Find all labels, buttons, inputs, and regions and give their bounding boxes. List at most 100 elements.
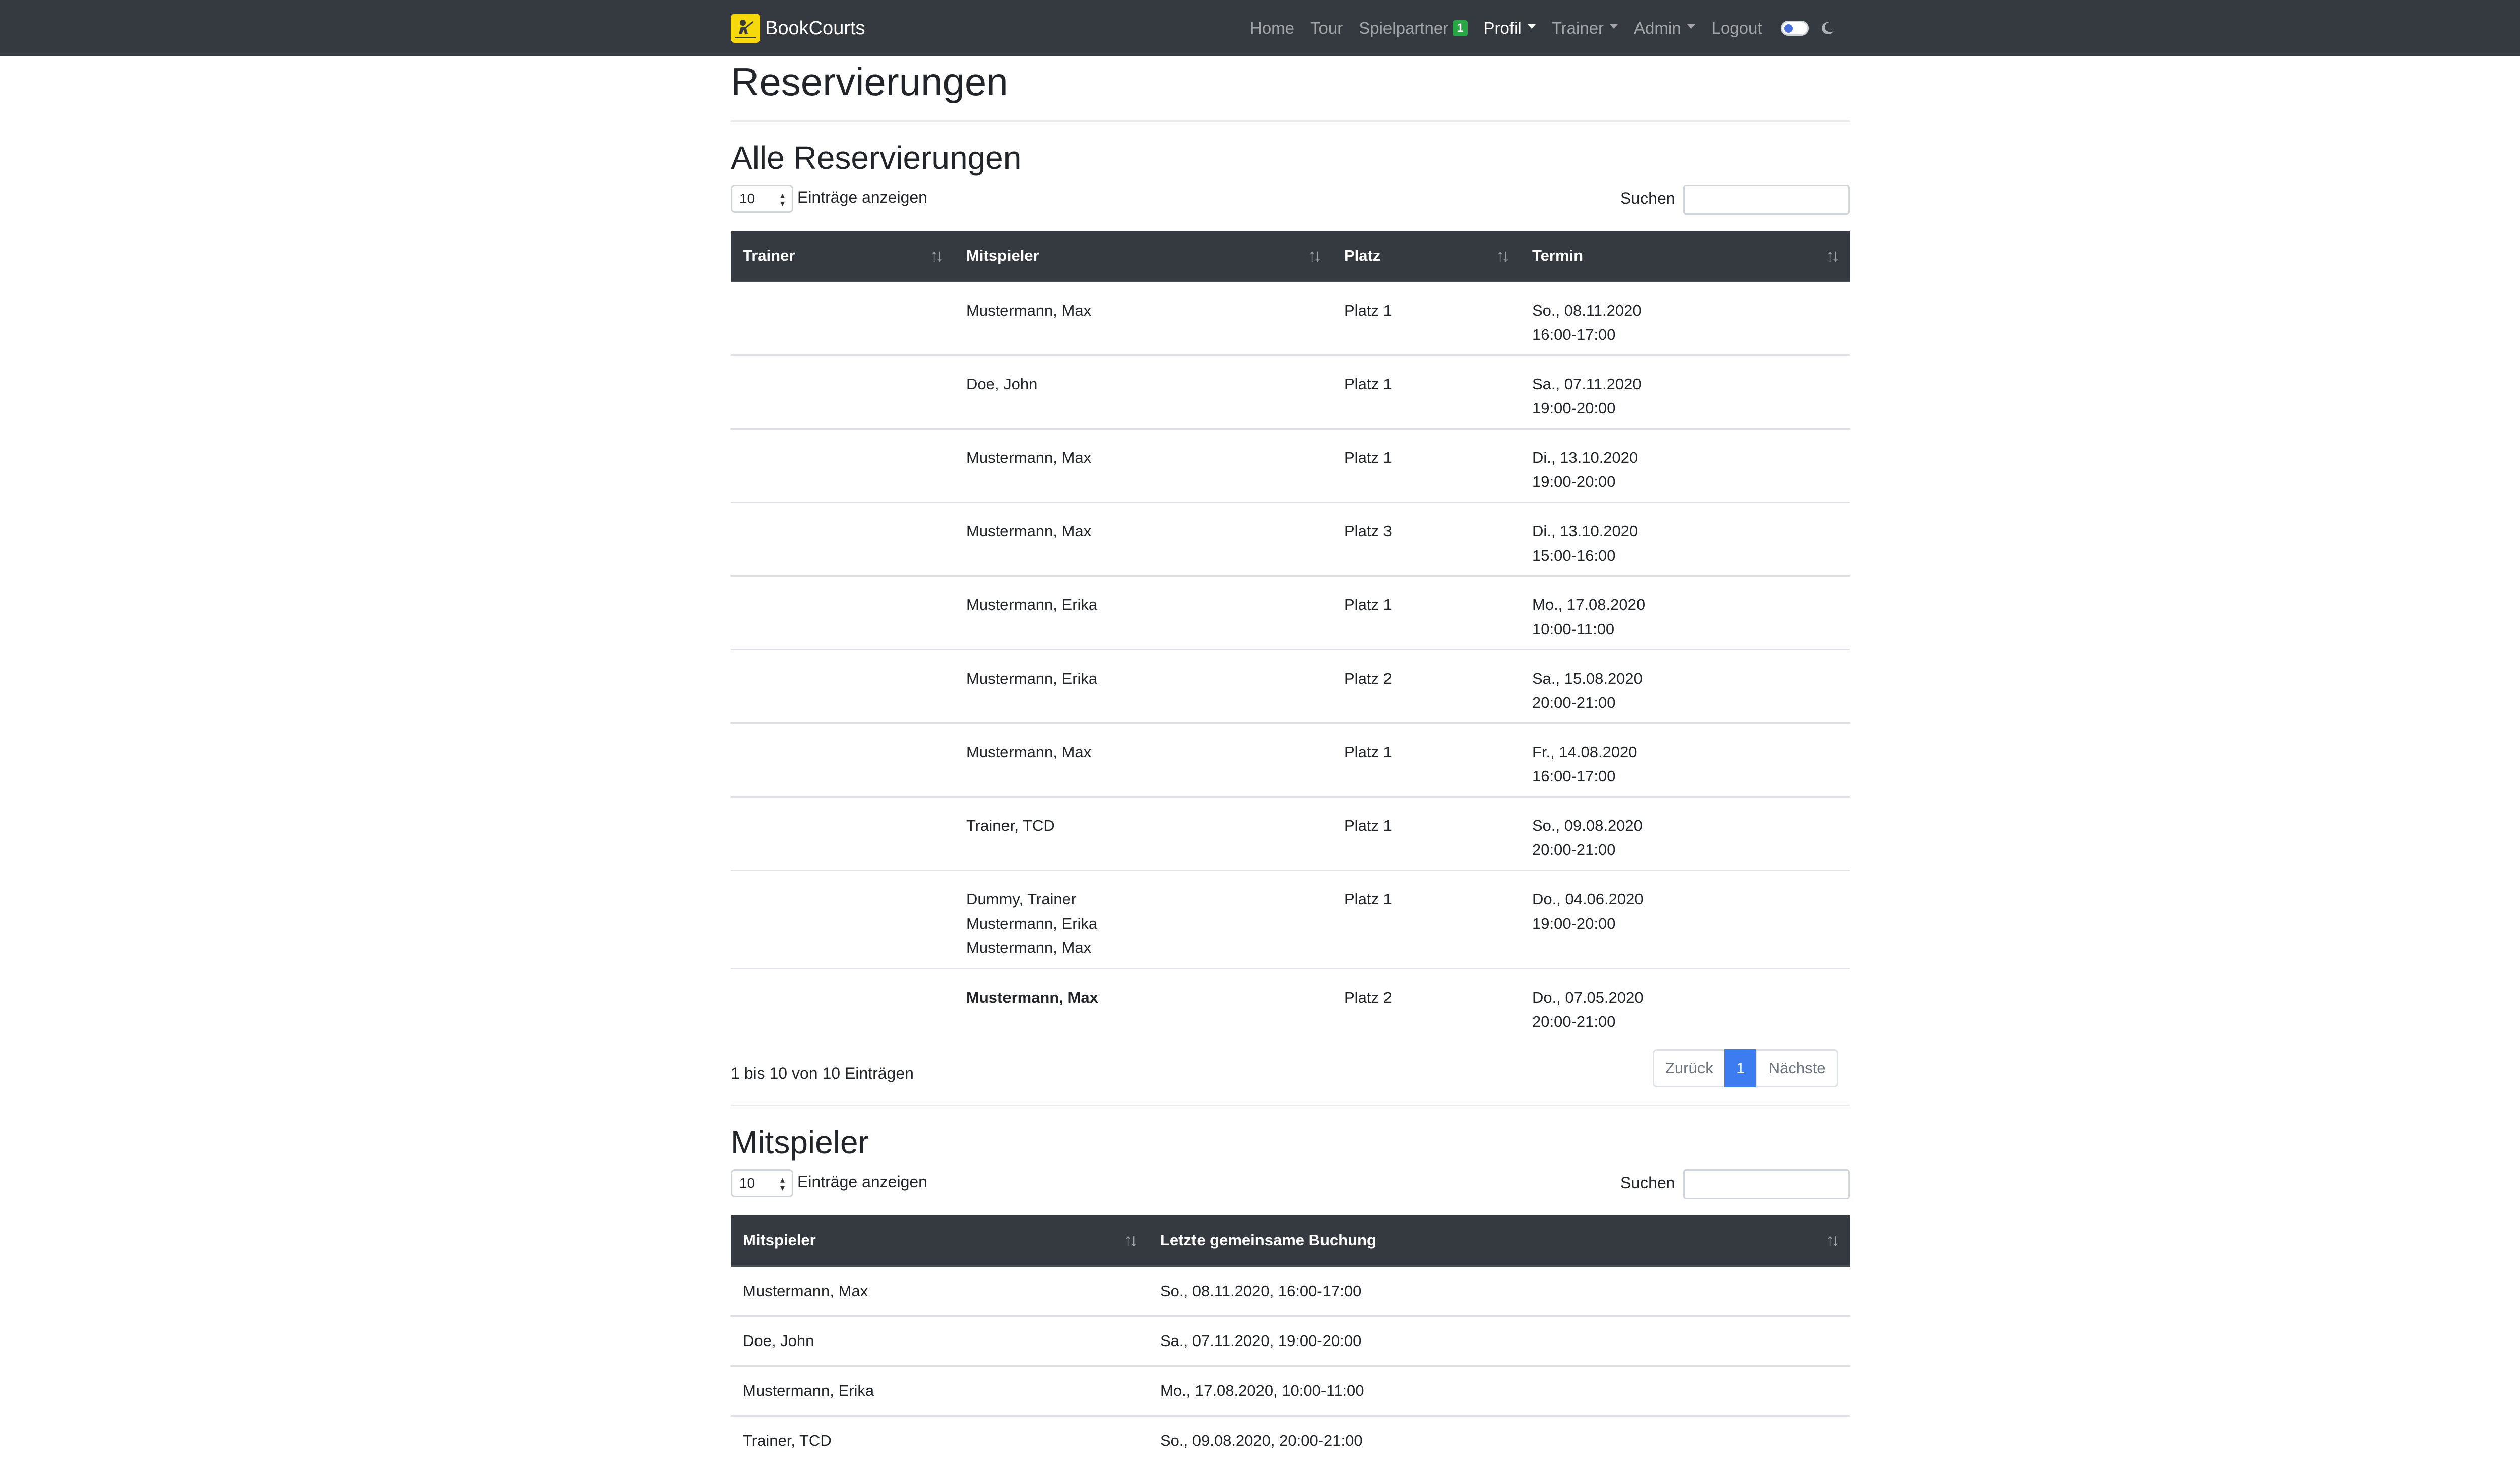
tennis-logo-icon — [731, 14, 760, 43]
table-info: 1 bis 10 von 10 Einträgen — [731, 1064, 914, 1082]
cell-mitspieler: Dummy, Trainer Mustermann, Erika Musterman… — [954, 869, 1332, 968]
toggle-knob — [1784, 24, 1793, 33]
cell-termin: Di., 13.10.2020 19:00-20:00 — [1520, 428, 1850, 502]
partners-length-value: 10 — [739, 1175, 755, 1191]
booking-time: 19:00-20:00 — [1532, 914, 1616, 932]
pagination: Zurück 1 Nächste — [1653, 1049, 1839, 1087]
table-header-row: Mitspieler ↑↓ Letzte gemeinsame Buchung ↑↓ — [731, 1215, 1850, 1267]
table-header-row: Trainer ↑↓ Mitspieler ↑↓ Platz ↑↓ Termin ↑↓ — [731, 231, 1850, 282]
nav-tour[interactable]: Tour — [1310, 19, 1343, 38]
entries-length-select[interactable]: 10 ▴ ▾ — [731, 185, 793, 213]
booking-date: Do., 07.05.2020 — [1532, 988, 1644, 1006]
court-name: Platz 3 — [1344, 522, 1392, 540]
nav-trainer-dropdown[interactable]: Trainer — [1552, 19, 1618, 38]
booking-date: So., 08.11.2020 — [1532, 301, 1642, 319]
nav-tour-label: Tour — [1310, 18, 1343, 37]
court-name: Platz 1 — [1344, 743, 1392, 761]
entries-length-value: 10 — [739, 191, 755, 206]
booking-date: Do., 04.06.2020 — [1532, 890, 1644, 908]
cell-termin: Sa., 15.08.2020 20:00-21:00 — [1520, 648, 1850, 723]
search-label: Suchen — [1620, 189, 1675, 207]
page-title: Reservierungen — [731, 59, 1009, 104]
cell-platz: Platz 1 — [1332, 354, 1520, 429]
cell-termin: So., 08.11.2020 16:00-17:00 — [1520, 280, 1850, 355]
table-row: Mustermann, Max Platz 1 So., 08.11.2020 16:… — [731, 280, 1850, 355]
player-name: Mustermann, Max — [966, 301, 1092, 319]
column-header-label: Mitspieler — [966, 247, 1039, 265]
sort-icon: ↑↓ — [1825, 246, 1840, 265]
nav-spielpartner[interactable]: Spielpartner 1 — [1359, 18, 1468, 38]
nav-admin-label: Admin — [1634, 18, 1681, 37]
table-row: Trainer, TCD So., 09.08.2020, 20:00-21:00 — [731, 1415, 1850, 1465]
cell-trainer — [731, 280, 954, 355]
player-name: Mustermann, Max — [966, 522, 1092, 540]
court-name: Platz 1 — [1344, 448, 1392, 466]
partners-search-input[interactable] — [1683, 1169, 1850, 1199]
court-name: Platz 1 — [1344, 375, 1392, 393]
cell-mitspieler: Mustermann, Max — [954, 501, 1332, 576]
cell-platz: Platz 1 — [1332, 722, 1520, 797]
nav-admin-dropdown[interactable]: Admin — [1634, 19, 1695, 38]
cell-mitspieler: Mustermann, Max — [954, 280, 1332, 355]
sort-icon: ↑↓ — [1496, 246, 1510, 265]
navbar: BookCourts Home Tour Spielpartner 1 Prof… — [0, 0, 2520, 56]
pagination-next-button[interactable]: Nächste — [1755, 1049, 1839, 1087]
table-row: Doe, John Platz 1 Sa., 07.11.2020 19:00-20:… — [731, 354, 1850, 429]
pagination-prev-button[interactable]: Zurück — [1653, 1049, 1726, 1087]
table-row: Mustermann, Max Platz 1 Fr., 14.08.2020 16:… — [731, 722, 1850, 797]
nav-trainer-label: Trainer — [1551, 18, 1604, 37]
column-header-platz[interactable]: Platz ↑↓ — [1332, 231, 1520, 282]
cell-trainer — [731, 869, 954, 968]
cell-mitspieler: Mustermann, Erika — [954, 648, 1332, 723]
dark-mode-toggle[interactable] — [1780, 20, 1809, 36]
column-header-mitspieler[interactable]: Mitspieler ↑↓ — [731, 1215, 1148, 1267]
column-header-termin[interactable]: Termin ↑↓ — [1520, 231, 1850, 282]
reservations-search-input[interactable] — [1683, 185, 1850, 215]
booking-time: 20:00-21:00 — [1532, 693, 1616, 711]
booking-date: Sa., 07.11.2020 — [1532, 375, 1642, 393]
nav-spielpartner-label: Spielpartner — [1359, 18, 1449, 37]
booking-date: Fr., 14.08.2020 — [1532, 743, 1637, 761]
player-name: Mustermann, Max — [966, 448, 1092, 466]
cell-partner-name: Doe, John — [731, 1315, 1148, 1366]
booking-time: 15:00-16:00 — [1532, 546, 1616, 564]
cell-termin: So., 09.08.2020 20:00-21:00 — [1520, 796, 1850, 870]
partners-length-label: Einträge anzeigen — [797, 1173, 927, 1191]
cell-last-booking: So., 09.08.2020, 20:00-21:00 — [1148, 1415, 1850, 1465]
partners-length-select[interactable]: 10 ▴ ▾ — [731, 1169, 793, 1197]
column-header-trainer[interactable]: Trainer ↑↓ — [731, 231, 954, 282]
nav-profil-dropdown[interactable]: Profil — [1484, 19, 1536, 38]
cell-last-booking: Mo., 17.08.2020, 10:00-11:00 — [1148, 1365, 1850, 1416]
player-name: Mustermann, Erika — [966, 914, 1098, 932]
column-header-mitspieler[interactable]: Mitspieler ↑↓ — [954, 231, 1332, 282]
select-arrows-icon: ▴ ▾ — [780, 1175, 785, 1193]
court-name: Platz 2 — [1344, 988, 1392, 1006]
booking-time: 16:00-17:00 — [1532, 767, 1616, 785]
partners-search-label: Suchen — [1620, 1174, 1675, 1192]
cell-termin: Do., 04.06.2020 19:00-20:00 — [1520, 869, 1850, 968]
cell-platz: Platz 2 — [1332, 648, 1520, 723]
booking-date: Di., 13.10.2020 — [1532, 448, 1639, 466]
player-name: Mustermann, Erika — [966, 595, 1098, 614]
nav-home[interactable]: Home — [1250, 19, 1294, 38]
cell-platz: Platz 2 — [1332, 967, 1520, 1042]
cell-platz: Platz 1 — [1332, 869, 1520, 968]
cell-last-booking: So., 08.11.2020, 16:00-17:00 — [1148, 1265, 1850, 1316]
cell-trainer — [731, 501, 954, 576]
sort-icon: ↑↓ — [1308, 246, 1322, 265]
table-row: Doe, John Sa., 07.11.2020, 19:00-20:00 — [731, 1315, 1850, 1366]
booking-date: Di., 13.10.2020 — [1532, 522, 1639, 540]
table-row: Mustermann, Max So., 08.11.2020, 16:00-17… — [731, 1265, 1850, 1316]
booking-time: 19:00-20:00 — [1532, 472, 1616, 491]
booking-time: 16:00-17:00 — [1532, 325, 1616, 343]
booking-time: 10:00-11:00 — [1532, 620, 1615, 638]
pagination-page-button[interactable]: 1 — [1724, 1049, 1757, 1087]
nav-logout[interactable]: Logout — [1712, 19, 1762, 38]
partners-table-body: Mustermann, Max So., 08.11.2020, 16:00-17… — [731, 1265, 1850, 1465]
cell-last-booking: Sa., 07.11.2020, 19:00-20:00 — [1148, 1315, 1850, 1366]
column-header-label: Trainer — [743, 247, 795, 265]
column-header-letzte-buchung[interactable]: Letzte gemeinsame Buchung ↑↓ — [1148, 1215, 1850, 1267]
brand-link[interactable]: BookCourts — [731, 13, 865, 43]
reservations-table-body: Mustermann, Max Platz 1 So., 08.11.2020 16:… — [731, 280, 1850, 1042]
notification-badge: 1 — [1453, 20, 1468, 36]
